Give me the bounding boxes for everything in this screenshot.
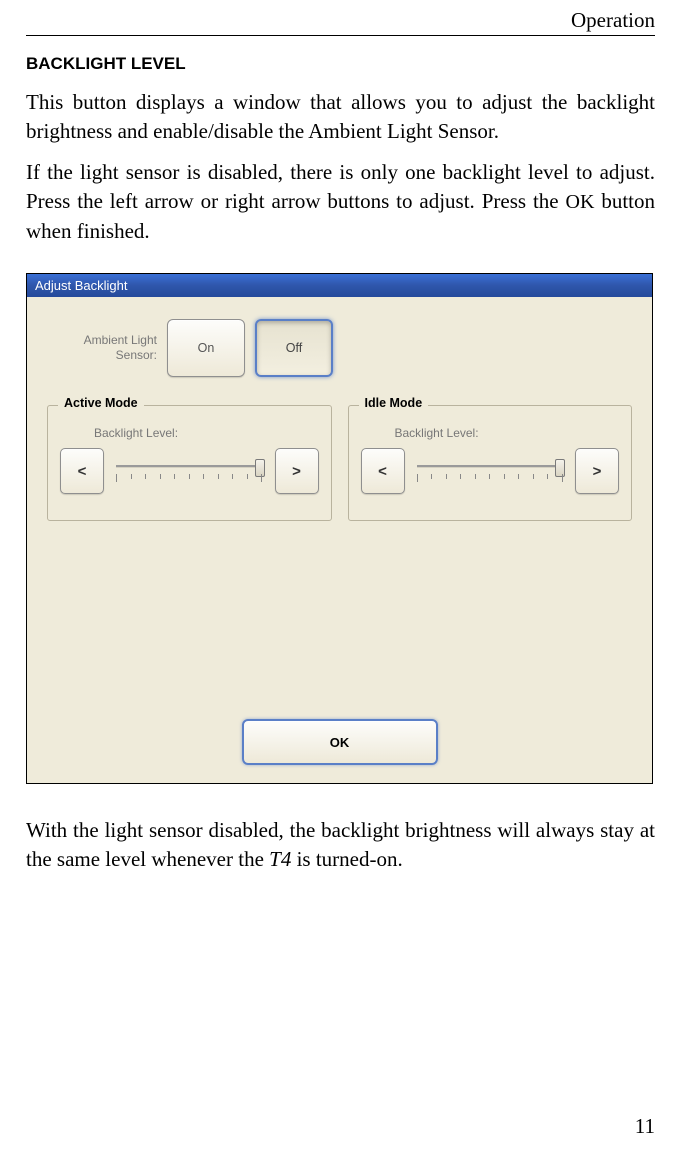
page-number: 11	[635, 1114, 655, 1139]
header-section: Operation	[26, 8, 655, 35]
paragraph-2a: If the light sensor is disabled, there i…	[26, 160, 655, 213]
als-on-button[interactable]: On	[167, 319, 245, 377]
idle-slider[interactable]	[413, 457, 568, 485]
als-off-button[interactable]: Off	[255, 319, 333, 377]
header-rule	[26, 35, 655, 36]
ambient-light-sensor-row: Ambient Light Sensor: On Off	[61, 319, 632, 377]
dialog-titlebar: Adjust Backlight	[27, 274, 652, 297]
modes-row: Active Mode Backlight Level: < >	[47, 405, 632, 521]
paragraph-1: This button displays a window that allow…	[26, 88, 655, 146]
paragraph-3: With the light sensor disabled, the back…	[26, 816, 655, 874]
active-right-arrow-button[interactable]: >	[275, 448, 319, 494]
active-slider[interactable]	[112, 457, 267, 485]
ok-smallcaps: OK	[566, 191, 595, 213]
active-mode-group: Active Mode Backlight Level: < >	[47, 405, 332, 521]
idle-left-arrow-button[interactable]: <	[361, 448, 405, 494]
idle-backlight-label: Backlight Level:	[395, 426, 620, 440]
paragraph-2: If the light sensor is disabled, there i…	[26, 158, 655, 246]
active-left-arrow-button[interactable]: <	[60, 448, 104, 494]
adjust-backlight-dialog: Adjust Backlight Ambient Light Sensor: O…	[26, 273, 653, 784]
idle-mode-group: Idle Mode Backlight Level: < >	[348, 405, 633, 521]
ambient-light-sensor-label: Ambient Light Sensor:	[61, 333, 157, 363]
section-heading: BACKLIGHT LEVEL	[26, 54, 655, 74]
idle-mode-legend: Idle Mode	[359, 396, 429, 410]
dialog-body: Ambient Light Sensor: On Off Active Mode…	[27, 297, 652, 783]
paragraph-3b: is turned-on.	[291, 847, 402, 871]
idle-right-arrow-button[interactable]: >	[575, 448, 619, 494]
active-backlight-label: Backlight Level:	[94, 426, 319, 440]
t4-italic: T4	[269, 847, 291, 871]
active-mode-legend: Active Mode	[58, 396, 144, 410]
ok-button[interactable]: OK	[242, 719, 438, 765]
